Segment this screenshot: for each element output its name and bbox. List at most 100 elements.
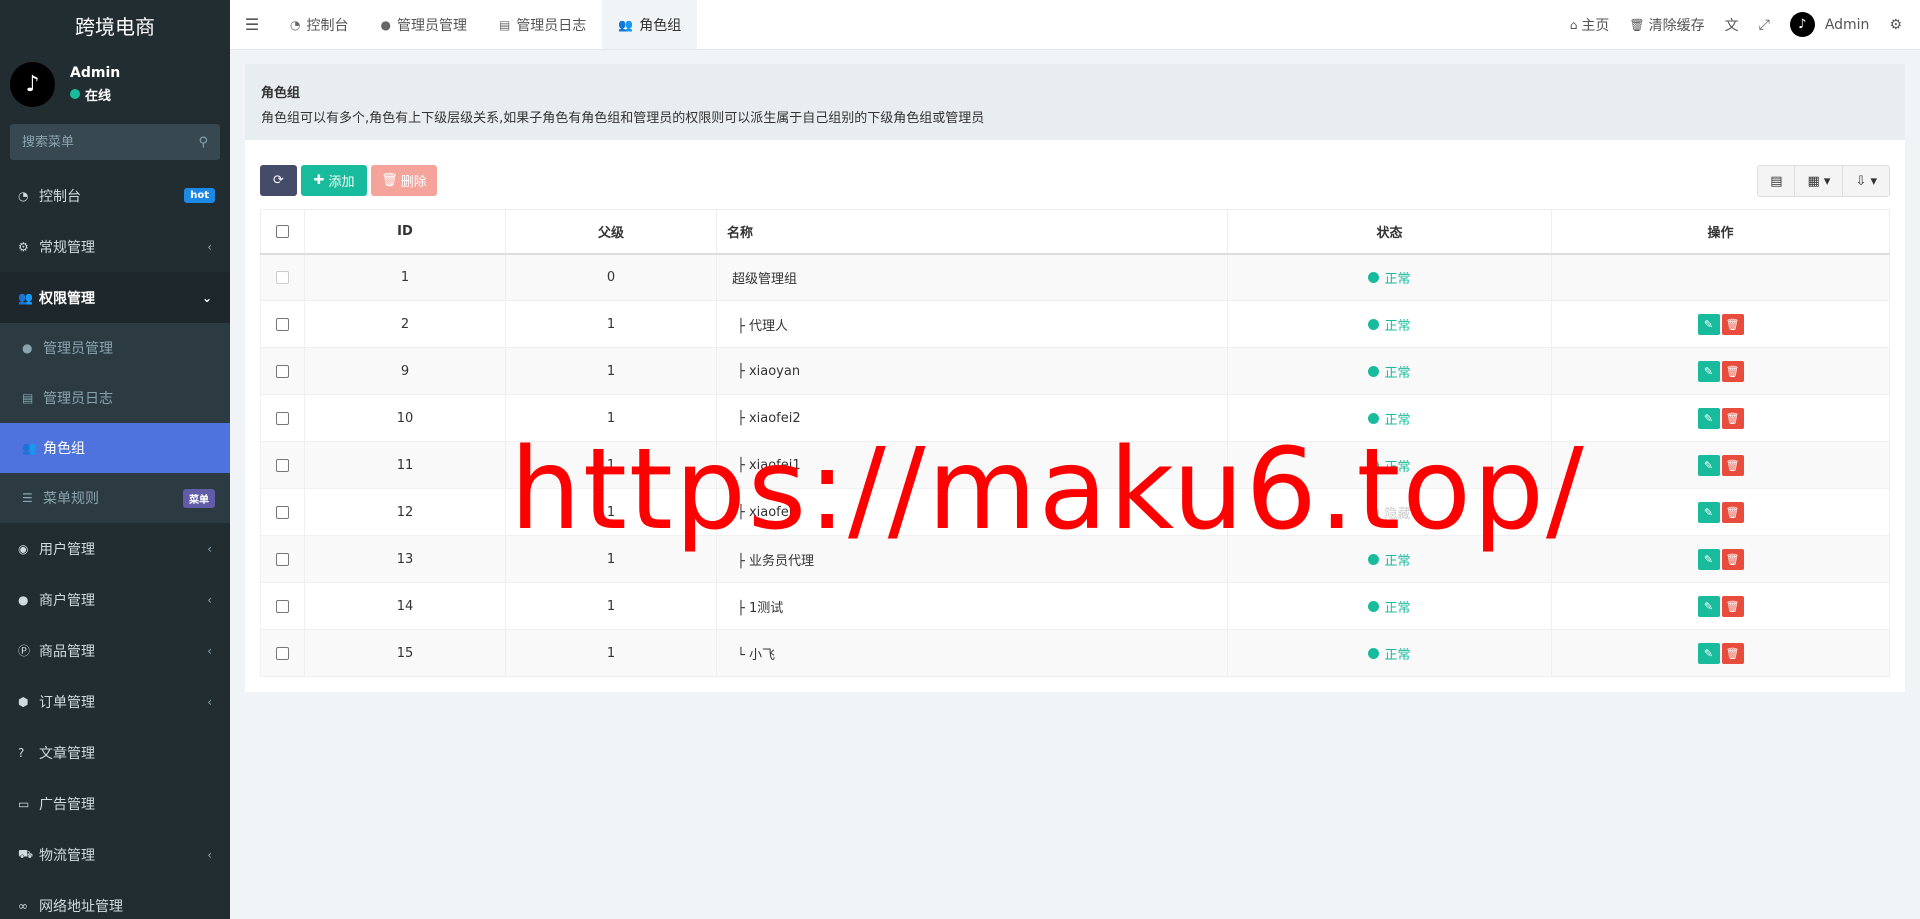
edit-button[interactable]: ✎ bbox=[1697, 501, 1720, 523]
row-checkbox[interactable] bbox=[276, 505, 289, 519]
clear-cache-button[interactable]: 🗑 清除缓存 bbox=[1619, 15, 1714, 35]
sidebar-item-rule[interactable]: ☰ 菜单规则 菜单 bbox=[0, 473, 230, 523]
row-name: ├ 代理人 bbox=[716, 300, 1228, 348]
trash-icon: 🗑 bbox=[381, 173, 398, 188]
table-row: 14 1 ├ 1测试 正常 ✎ 🗑 bbox=[260, 582, 1890, 630]
bars-icon: ☰ bbox=[22, 491, 33, 505]
sidebar-item-order[interactable]: ⬢ 订单管理 ‹ bbox=[0, 676, 230, 727]
gear-icon[interactable]: ⚙ bbox=[1879, 17, 1912, 33]
sidebar-item-ad[interactable]: ▭ 广告管理 bbox=[0, 778, 230, 829]
delete-row-button[interactable]: 🗑 bbox=[1721, 548, 1744, 570]
top-navbar: ☰ ◔ 控制台 ● 管理员管理 ▤ 管理员日志 👥 角色组 ⌂ 主页 🗑 清除缓存 文 ⤢ … bbox=[230, 0, 1920, 50]
menu-badge: 菜单 bbox=[183, 488, 215, 508]
export-icon[interactable]: ⇩ ▾ bbox=[1842, 166, 1889, 196]
add-button[interactable]: ✚ 添加 bbox=[301, 165, 367, 196]
edit-button[interactable]: ✎ bbox=[1697, 642, 1720, 664]
group-table: ID 父级 名称 状态 操作 1 0 超级管理组 正常 2 1 ├ 代理人 正常… bbox=[260, 209, 1890, 677]
dashboard-icon: ◔ bbox=[18, 188, 29, 203]
col-operate: 操作 bbox=[1551, 209, 1890, 255]
user-menu[interactable]: ♪ Admin bbox=[1780, 12, 1880, 37]
tab-admin[interactable]: ● 管理员管理 bbox=[364, 0, 482, 49]
edit-button[interactable]: ✎ bbox=[1697, 595, 1720, 617]
sidebar-item-general[interactable]: ⚙ 常规管理 ‹ bbox=[0, 221, 230, 272]
list-alt-icon: ▤ bbox=[22, 391, 34, 405]
avatar: ♪ bbox=[1789, 12, 1815, 37]
group-icon: 👥 bbox=[618, 17, 634, 32]
sidebar-item-user[interactable]: ◉ 用户管理 ‹ bbox=[0, 523, 230, 574]
row-checkbox[interactable] bbox=[276, 646, 289, 660]
sidebar-item-netaddr[interactable]: ∞ 网络地址管理 bbox=[0, 880, 230, 919]
hot-badge: hot bbox=[184, 188, 215, 203]
group-icon: 👥 bbox=[22, 441, 37, 455]
sidebar-item-article[interactable]: ? 文章管理 bbox=[0, 727, 230, 778]
col-name[interactable]: 名称 bbox=[716, 209, 1228, 255]
truck-icon: ⛟ bbox=[18, 846, 34, 861]
user-name: Admin bbox=[70, 64, 121, 81]
user-circle-icon: ◉ bbox=[18, 541, 29, 556]
brand-logo[interactable]: 跨境电商 bbox=[0, 0, 230, 50]
status-badge: 隐藏 bbox=[1368, 503, 1411, 522]
edit-button[interactable]: ✎ bbox=[1697, 360, 1720, 382]
edit-button[interactable]: ✎ bbox=[1697, 548, 1720, 570]
user-icon: ● bbox=[380, 17, 391, 32]
hamburger-icon[interactable]: ☰ bbox=[230, 0, 274, 49]
row-name: ├ xiaoyan bbox=[716, 347, 1228, 395]
users-icon: 👥 bbox=[18, 290, 33, 305]
refresh-button[interactable]: ⟳ bbox=[260, 165, 297, 196]
edit-button[interactable]: ✎ bbox=[1697, 407, 1720, 429]
row-name: ├ 1测试 bbox=[716, 582, 1228, 630]
delete-row-button[interactable]: 🗑 bbox=[1721, 313, 1744, 335]
edit-button[interactable]: ✎ bbox=[1697, 313, 1720, 335]
chevron-left-icon: ‹ bbox=[207, 239, 212, 254]
fullscreen-icon[interactable]: ⤢ bbox=[1749, 17, 1780, 33]
sidebar-item-auth[interactable]: 👥 权限管理 ⌄ bbox=[0, 272, 230, 323]
row-checkbox[interactable] bbox=[276, 411, 289, 425]
sidebar-item-admin[interactable]: ● 管理员管理 bbox=[0, 323, 230, 373]
col-pid[interactable]: 父级 bbox=[505, 209, 717, 255]
delete-row-button[interactable]: 🗑 bbox=[1721, 642, 1744, 664]
select-all[interactable] bbox=[260, 209, 305, 255]
table-row: 12 1 ├ xiaofei3 隐藏 ✎ 🗑 bbox=[260, 488, 1890, 536]
row-checkbox[interactable] bbox=[276, 458, 289, 472]
delete-row-button[interactable]: 🗑 bbox=[1721, 501, 1744, 523]
sidebar-item-dashboard[interactable]: ◔ 控制台 hot bbox=[0, 170, 230, 221]
col-id[interactable]: ID bbox=[304, 209, 506, 255]
delete-row-button[interactable]: 🗑 bbox=[1721, 595, 1744, 617]
toggle-view-icon[interactable]: ▤ bbox=[1758, 166, 1794, 196]
tab-dashboard[interactable]: ◔ 控制台 bbox=[274, 0, 364, 49]
auth-submenu: ● 管理员管理 ▤ 管理员日志 👥 角色组 ☰ 菜单规则 菜单 bbox=[0, 323, 230, 523]
language-icon[interactable]: 文 bbox=[1715, 15, 1749, 35]
row-checkbox[interactable] bbox=[276, 317, 289, 331]
row-name: └ 小飞 bbox=[716, 629, 1228, 677]
select-all-checkbox[interactable] bbox=[276, 224, 289, 238]
tab-adminlog[interactable]: ▤ 管理员日志 bbox=[483, 0, 602, 49]
tab-group[interactable]: 👥 角色组 bbox=[602, 0, 698, 49]
sidebar: 跨境电商 ♪ Admin 在线 ⚲ ◔ 控制台 hot ⚙ 常规管理 ‹ 👥 权… bbox=[0, 0, 230, 919]
sidebar-item-group[interactable]: 👥 角色组 bbox=[0, 423, 230, 473]
search-icon[interactable]: ⚲ bbox=[198, 135, 208, 150]
delete-row-button[interactable]: 🗑 bbox=[1721, 454, 1744, 476]
main-panel: 角色组 角色组可以有多个,角色有上下级层级关系,如果子角色有角色组和管理员的权限… bbox=[245, 64, 1905, 692]
home-link[interactable]: ⌂ 主页 bbox=[1560, 15, 1620, 35]
edit-button[interactable]: ✎ bbox=[1697, 454, 1720, 476]
search-input[interactable] bbox=[22, 134, 172, 150]
col-status[interactable]: 状态 bbox=[1227, 209, 1552, 255]
row-name: ├ xiaofei2 bbox=[716, 394, 1228, 442]
sidebar-item-merchant[interactable]: ● 商户管理 ‹ bbox=[0, 574, 230, 625]
row-checkbox[interactable] bbox=[276, 364, 289, 378]
columns-icon[interactable]: ▦ ▾ bbox=[1794, 166, 1842, 196]
row-checkbox[interactable] bbox=[276, 552, 289, 566]
delete-button[interactable]: 🗑 删除 bbox=[371, 165, 437, 196]
row-checkbox[interactable] bbox=[276, 599, 289, 613]
sidebar-item-logistics[interactable]: ⛟ 物流管理 ‹ bbox=[0, 829, 230, 880]
question-circle-icon: ? bbox=[18, 745, 25, 760]
sidebar-item-adminlog[interactable]: ▤ 管理员日志 bbox=[0, 373, 230, 423]
apple-icon: ● bbox=[18, 592, 29, 607]
sidebar-item-product[interactable]: Ⓟ 商品管理 ‹ bbox=[0, 625, 230, 676]
delete-row-button[interactable]: 🗑 bbox=[1721, 407, 1744, 429]
dashboard-icon: ◔ bbox=[290, 17, 301, 32]
toolbar: ⟳ ✚ 添加 🗑 删除 ▤ ▦ ▾ ⇩ ▾ bbox=[260, 165, 1890, 197]
delete-row-button[interactable]: 🗑 bbox=[1721, 360, 1744, 382]
table-row: 9 1 ├ xiaoyan 正常 ✎ 🗑 bbox=[260, 347, 1890, 395]
avatar: ♪ bbox=[10, 61, 55, 107]
